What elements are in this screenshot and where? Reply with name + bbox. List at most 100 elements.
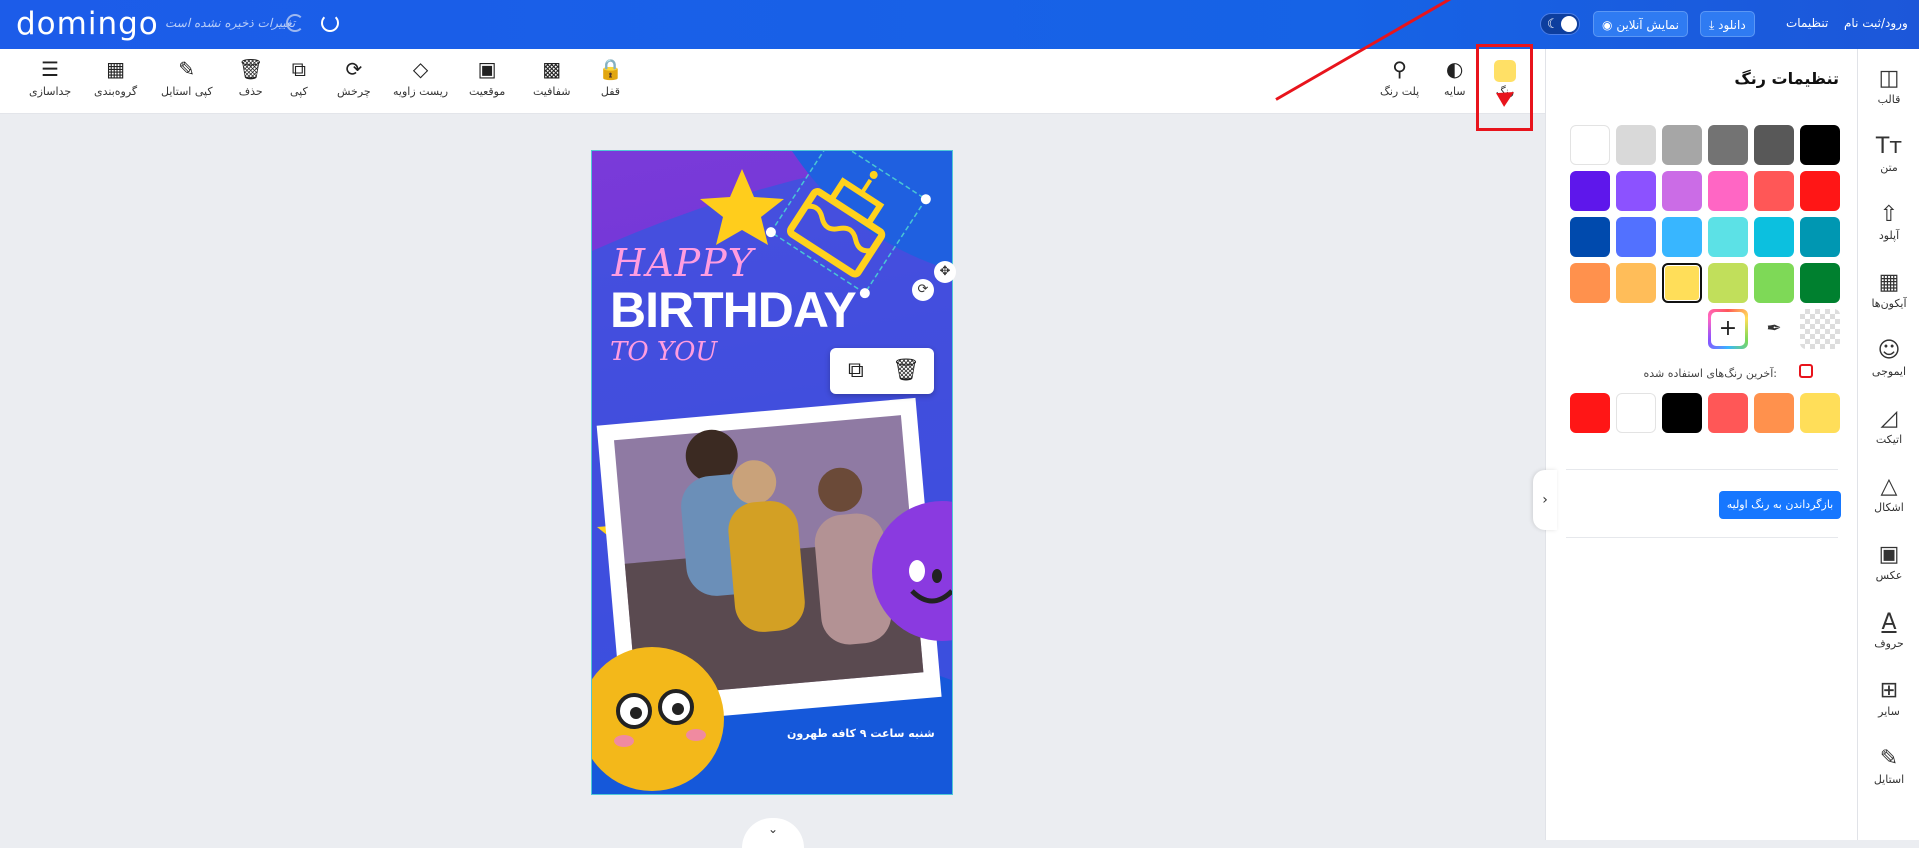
color-swatch[interactable] (1662, 263, 1702, 303)
eyedropper-icon: ✒ (1766, 318, 1782, 339)
recent-color-swatch[interactable] (1570, 393, 1610, 433)
recent-color-swatch[interactable] (1800, 393, 1840, 433)
color-swatch[interactable] (1616, 171, 1656, 211)
download-button[interactable]: ⤓ دانلود (1700, 11, 1755, 37)
sidebar-item-text[interactable]: Tт متن (1858, 133, 1919, 174)
element-context-card: ⧉ 🗑 (830, 348, 934, 394)
tool-delete[interactable]: 🗑 حذف (238, 57, 263, 98)
caption-text[interactable]: شنبه ساعت ۹ کافه طهرون (787, 727, 935, 740)
color-swatch[interactable] (1754, 125, 1794, 165)
color-swatch[interactable] (1662, 125, 1702, 165)
tool-label: حذف (238, 85, 263, 98)
color-swatch[interactable] (1754, 263, 1794, 303)
checker-swatch[interactable] (1800, 309, 1840, 349)
online-view-label: نمایش آنلاین (1616, 18, 1680, 32)
tool-rotate[interactable]: ⟳ چرخش (337, 57, 371, 98)
color-swatch[interactable] (1570, 171, 1610, 211)
collapse-panel-button[interactable]: › (1533, 470, 1557, 530)
move-handle-icon[interactable]: ✥ (934, 261, 956, 283)
recent-color-swatch[interactable] (1754, 393, 1794, 433)
chevron-right-icon: › (1542, 492, 1548, 508)
design-canvas[interactable]: HAPPY BIRTHDAY TO YOU شنبه ساعت ۹ کافه ط… (591, 150, 953, 795)
color-swatch[interactable] (1616, 263, 1656, 303)
logo[interactable]: domingo (16, 6, 159, 42)
color-swatch[interactable] (1616, 217, 1656, 257)
moon-icon: ☾ (1547, 17, 1559, 32)
color-swatch[interactable] (1800, 263, 1840, 303)
color-swatch[interactable] (1800, 125, 1840, 165)
sidebar-item-emoji[interactable]: ☺ ایموجی (1858, 337, 1919, 378)
divider (1566, 537, 1838, 538)
recent-color-swatch[interactable] (1662, 393, 1702, 433)
tool-group[interactable]: ▦ گروه‌بندی (94, 57, 137, 98)
eye-icon: ◉ (1602, 18, 1613, 32)
tool-transparency[interactable]: ▩ شفافیت (533, 57, 571, 98)
duplicate-icon[interactable]: ⧉ (848, 358, 864, 383)
sidebar-item-tag[interactable]: ◿ اتیکت (1858, 405, 1919, 446)
color-swatch[interactable] (1800, 217, 1840, 257)
color-swatch[interactable] (1708, 217, 1748, 257)
add-color-button[interactable]: + (1708, 309, 1748, 349)
sidebar-item-shapes[interactable]: △ اشکال (1858, 473, 1919, 514)
palette-icon (1799, 364, 1813, 378)
color-swatch[interactable] (1754, 217, 1794, 257)
color-swatch[interactable] (1570, 263, 1610, 303)
tool-label: پلت رنگ (1380, 85, 1420, 98)
color-swatch[interactable] (1708, 171, 1748, 211)
login-link[interactable]: ورود/ثبت نام (1844, 16, 1908, 30)
theme-toggle[interactable]: ☾ (1540, 13, 1580, 35)
birthday-text[interactable]: BIRTHDAY (610, 281, 857, 339)
delete-icon[interactable]: 🗑 (892, 358, 920, 383)
color-swatch[interactable] (1800, 171, 1840, 211)
unsaved-status: تغییرات ذخیره نشده است (165, 16, 296, 30)
eyedropper-button[interactable]: ✒ (1754, 309, 1794, 349)
to-you-text[interactable]: TO YOU (610, 337, 717, 367)
tool-palette[interactable]: ⚲ پلت رنگ (1380, 57, 1419, 98)
toggle-knob (1561, 16, 1577, 32)
sidebar-item-more[interactable]: ⊞ سایر (1858, 677, 1919, 718)
color-swatch[interactable] (1662, 171, 1702, 211)
tool-position[interactable]: ▣ موقعیت (469, 57, 505, 98)
color-swatch[interactable] (1708, 263, 1748, 303)
tool-copy[interactable]: ⧉ کپی (290, 57, 308, 98)
recent-color-swatch[interactable] (1708, 393, 1748, 433)
sidebar-item-template[interactable]: ◫ قالب (1858, 65, 1919, 106)
sync-icon[interactable] (321, 14, 339, 32)
paint-roller-icon: ✎ (178, 57, 196, 81)
happy-text[interactable]: HAPPY (612, 241, 754, 285)
color-swatch[interactable] (1570, 217, 1610, 257)
sidebar-item-icons[interactable]: ▦ آیکون‌ها (1858, 269, 1919, 310)
tool-label: گروه‌بندی (94, 85, 138, 98)
online-view-button[interactable]: ◉ نمایش آنلاین (1593, 11, 1689, 37)
settings-link[interactable]: تنظیمات (1786, 16, 1828, 30)
tool-label: کپی استایل (161, 85, 213, 98)
rotate-handle-icon[interactable]: ⟳ (912, 279, 934, 301)
color-swatch[interactable] (1570, 125, 1610, 165)
ungroup-icon: ☰ (41, 57, 60, 81)
reset-angle-icon: ◇ (412, 57, 429, 81)
color-swatch[interactable] (1754, 171, 1794, 211)
chevron-down-icon: ⌄ (767, 822, 779, 836)
shapes-icon: △ (1880, 474, 1898, 499)
tool-shadow[interactable]: ◐ سایه (1444, 57, 1466, 98)
sidebar-item-upload[interactable]: ⇧ آپلود (1858, 201, 1919, 242)
sidebar-item-letters[interactable]: A حروف (1858, 609, 1919, 650)
sidebar-label: آپلود (1878, 229, 1900, 242)
sidebar-label: قالب (1877, 93, 1901, 106)
color-swatch[interactable] (1708, 125, 1748, 165)
tool-lock[interactable]: 🔒 قفل (598, 57, 623, 98)
tool-copy-style[interactable]: ✎ کپی استایل (161, 57, 213, 98)
tool-label: چرخش (337, 85, 371, 98)
color-swatch[interactable] (1616, 125, 1656, 165)
sidebar-item-image[interactable]: ▣ عکس (1858, 541, 1919, 582)
reset-color-button[interactable]: بازگرداندن به رنگ اولیه (1719, 491, 1841, 519)
saving-spinner-icon (286, 14, 304, 32)
tool-ungroup[interactable]: ☰ جداسازی (29, 57, 71, 98)
color-swatch[interactable] (1662, 217, 1702, 257)
sidebar-item-style[interactable]: ✎ استایل (1858, 745, 1919, 786)
tool-reset-angle[interactable]: ◇ ریست زاویه (393, 57, 448, 98)
letters-icon: A (1881, 610, 1897, 635)
expand-pages-button[interactable]: ⌄ (742, 818, 804, 848)
tool-label: سایه (1444, 85, 1466, 98)
recent-color-swatch[interactable] (1616, 393, 1656, 433)
